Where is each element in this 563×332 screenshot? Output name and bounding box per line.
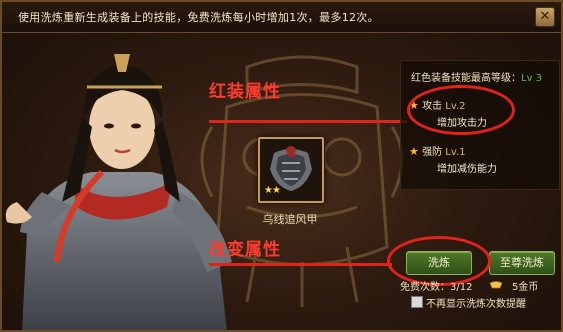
close-button[interactable]: ✕ bbox=[535, 7, 555, 27]
skill-entry: ★ 强防 Lv.1 增加减伤能力 bbox=[409, 143, 497, 175]
annotation-change-attr: 改变属性 bbox=[209, 240, 281, 260]
instruction-text: 使用洗炼重新生成装备上的技能，免费洗炼每小时增加1次，最多12次。 bbox=[18, 11, 379, 24]
title-prefix: 红色装备技能最高等级： bbox=[411, 73, 521, 84]
item-slot[interactable]: ★★ bbox=[258, 137, 324, 203]
annotation-underline-top bbox=[209, 120, 407, 123]
skill-name: 强防 bbox=[422, 147, 443, 158]
item-stars: ★★ bbox=[264, 185, 281, 196]
dont-show-label: 不再显示洗炼次数提醒 bbox=[426, 299, 526, 310]
skills-panel-title: 红色装备技能最高等级：Lv 3 bbox=[411, 69, 542, 84]
skill-level: Lv.1 bbox=[445, 147, 466, 158]
annotation-red-equip-attr: 红装属性 bbox=[209, 82, 281, 102]
dont-show-checkbox[interactable] bbox=[411, 296, 423, 308]
star-icon: ★ bbox=[409, 145, 419, 158]
refine-dialog: 使用洗炼重新生成装备上的技能，免费洗炼每小时增加1次，最多12次。 ✕ 红装属性… bbox=[0, 0, 563, 332]
gold-cost: 5金币 bbox=[512, 282, 539, 293]
supreme-refine-button[interactable]: 至尊洗炼 bbox=[489, 251, 555, 275]
gold-ingot-icon bbox=[489, 281, 503, 289]
annotation-underline-bottom bbox=[209, 263, 392, 266]
highlight-ellipse-skill bbox=[407, 85, 515, 135]
skill-description: 增加减伤能力 bbox=[437, 164, 497, 175]
free-refine-count: 免费次数：3/12 bbox=[400, 282, 473, 293]
dialog-header: 使用洗炼重新生成装备上的技能，免费洗炼每小时增加1次，最多12次。 ✕ bbox=[2, 2, 561, 33]
item-name: 乌线追风甲 bbox=[262, 213, 318, 226]
title-level: Lv 3 bbox=[521, 73, 543, 84]
